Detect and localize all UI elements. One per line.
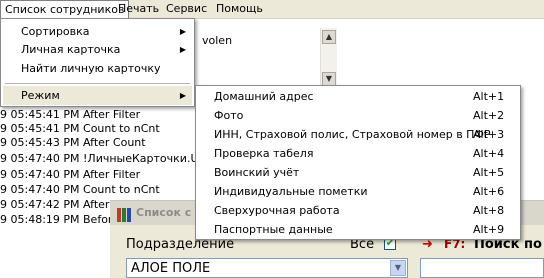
- submenu-item-label: Фото: [214, 109, 244, 122]
- employee-list-menu: Сортировка ▶ Личная карточка ▶ Найти лич…: [0, 18, 195, 107]
- chevron-down-icon[interactable]: ▼: [390, 260, 406, 276]
- shortcut-label: Alt+8: [473, 204, 505, 217]
- log-line: 9 05:45:41 PM After Filter: [0, 108, 141, 121]
- submenu-item-photo[interactable]: Фото Alt+2: [197, 106, 519, 125]
- menubar: Список сотрудников Печать Сервис Помощь: [0, 0, 544, 19]
- shortcut-label: Alt+4: [473, 147, 505, 160]
- submenu-item-notes[interactable]: Индивидуальные пометки Alt+6: [197, 182, 519, 201]
- submenu-arrow-icon: ▶: [179, 45, 186, 54]
- menu-item-label: Личная карточка: [21, 43, 121, 56]
- menu-item-mode[interactable]: Режим ▶: [3, 86, 192, 105]
- submenu-item-home-address[interactable]: Домашний адрес Alt+1: [197, 87, 519, 106]
- shortcut-label: Alt+9: [473, 223, 505, 236]
- menu-help[interactable]: Помощь: [212, 0, 267, 18]
- submenu-item-label: Проверка табеля: [214, 147, 314, 160]
- menu-item-label: Найти личную карточку: [21, 62, 161, 75]
- app-icon: [117, 208, 131, 222]
- search-input[interactable]: [420, 258, 544, 278]
- log-line: 9 05:45:43 PM After Count: [0, 136, 146, 149]
- menu-service[interactable]: Сервис: [162, 0, 211, 18]
- menu-print[interactable]: Печать: [114, 0, 163, 18]
- log-line: 9 05:47:40 PM After Filter: [0, 168, 141, 181]
- shortcut-label: Alt+3: [473, 128, 505, 141]
- mode-submenu: Домашний адрес Alt+1 Фото Alt+2 ИНН, Стр…: [195, 85, 521, 240]
- submenu-arrow-icon: ▶: [179, 91, 186, 100]
- menu-item-find-card[interactable]: Найти личную карточку: [3, 59, 192, 78]
- employee-list[interactable]: volen: [196, 28, 336, 90]
- menu-separator: [5, 83, 190, 84]
- submenu-item-passport[interactable]: Паспортные данные Alt+9: [197, 220, 519, 239]
- shortcut-label: Alt+2: [473, 109, 505, 122]
- list-scrollbar[interactable]: ▲ ▼: [320, 28, 337, 88]
- menu-item-label: Сортировка: [21, 25, 90, 38]
- menu-item-sort[interactable]: Сортировка ▶: [3, 22, 192, 41]
- submenu-arrow-icon: ▶: [179, 27, 186, 36]
- department-select[interactable]: АЛОЕ ПОЛЕ ▼: [126, 258, 408, 278]
- scroll-down-icon[interactable]: ▼: [322, 72, 336, 86]
- window-title: Список с: [136, 206, 192, 219]
- shortcut-label: Alt+1: [473, 90, 505, 103]
- submenu-item-label: Индивидуальные пометки: [214, 185, 368, 198]
- submenu-item-overtime[interactable]: Сверхурочная работа Alt+8: [197, 201, 519, 220]
- submenu-item-label: Паспортные данные: [214, 223, 333, 236]
- submenu-item-military[interactable]: Воинский учёт Alt+5: [197, 163, 519, 182]
- log-line: 9 05:45:41 PM Count to nCnt: [0, 122, 160, 135]
- department-value: АЛОЕ ПОЛЕ: [131, 261, 211, 276]
- log-line: 9 05:47:40 PM Count to nCnt: [0, 183, 160, 196]
- submenu-item-label: Домашний адрес: [214, 90, 314, 103]
- menu-item-personal-card[interactable]: Личная карточка ▶: [3, 40, 192, 59]
- submenu-item-label: Воинский учёт: [214, 166, 300, 179]
- submenu-item-label: ИНН, Страховой полис, Страховой номер в …: [214, 128, 491, 141]
- shortcut-label: Alt+6: [473, 185, 505, 198]
- scroll-up-icon[interactable]: ▲: [322, 30, 336, 44]
- submenu-item-inn[interactable]: ИНН, Страховой полис, Страховой номер в …: [197, 125, 519, 144]
- list-fragment: volen: [202, 34, 233, 47]
- log-line: 9 05:47:40 PM !ЛичныеКарточки.U: [0, 152, 199, 165]
- shortcut-label: Alt+5: [473, 166, 505, 179]
- submenu-item-timesheet[interactable]: Проверка табеля Alt+4: [197, 144, 519, 163]
- menu-employee-list[interactable]: Список сотрудников: [0, 0, 130, 19]
- menu-item-label: Режим: [21, 89, 60, 102]
- submenu-item-label: Сверхурочная работа: [214, 204, 340, 217]
